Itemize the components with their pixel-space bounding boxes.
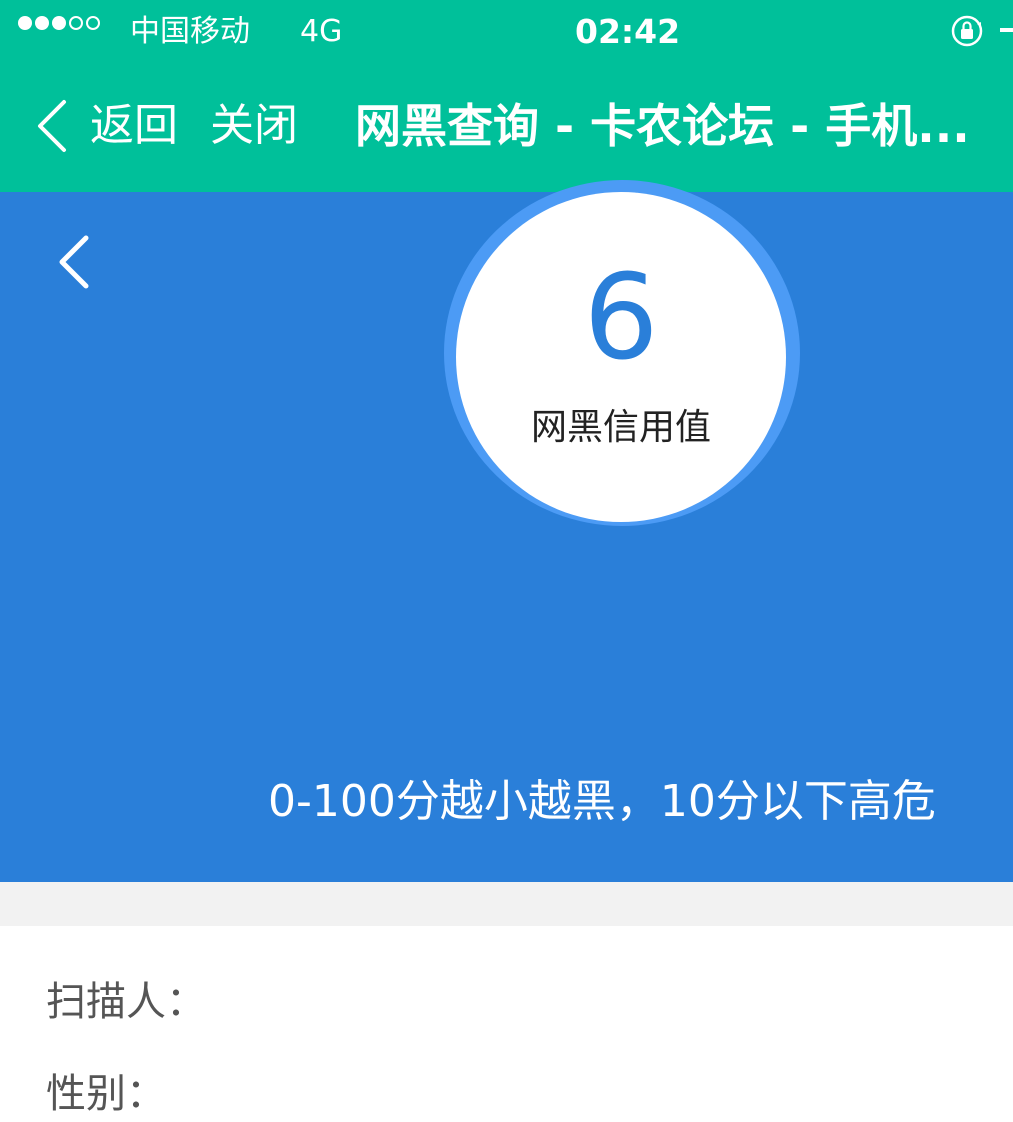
signal-strength-icon [18,16,100,30]
close-button[interactable]: 关闭 [210,96,298,156]
status-time: 02:42 [575,12,681,51]
browser-nav-bar: 返回 关闭 网黑查询 - 卡农论坛 - 手机... [0,64,1013,192]
info-row-gender: 性别： [46,1071,166,1117]
credit-score-value: 6 [583,248,659,386]
page-title-browser: 网黑查询 - 卡农论坛 - 手机... [355,99,970,153]
chevron-left-icon [38,100,66,152]
status-bar: 中国移动 4G 02:42 [0,0,1013,64]
carrier-name: 中国移动 [130,14,250,49]
score-hint: 0-100分越小越黑，10分以下高危 [268,776,936,827]
section-divider [0,882,1013,926]
back-button[interactable]: 返回 [30,96,178,156]
credit-score-label: 网黑信用值 [530,407,711,448]
back-label: 返回 [90,100,178,151]
info-section: 扫描人： 性别： [0,926,1013,1117]
orientation-lock-icon [951,15,983,47]
info-row-scanner: 扫描人： [46,979,206,1025]
network-type: 4G [300,14,343,49]
location-arrow-icon [1000,28,1013,32]
